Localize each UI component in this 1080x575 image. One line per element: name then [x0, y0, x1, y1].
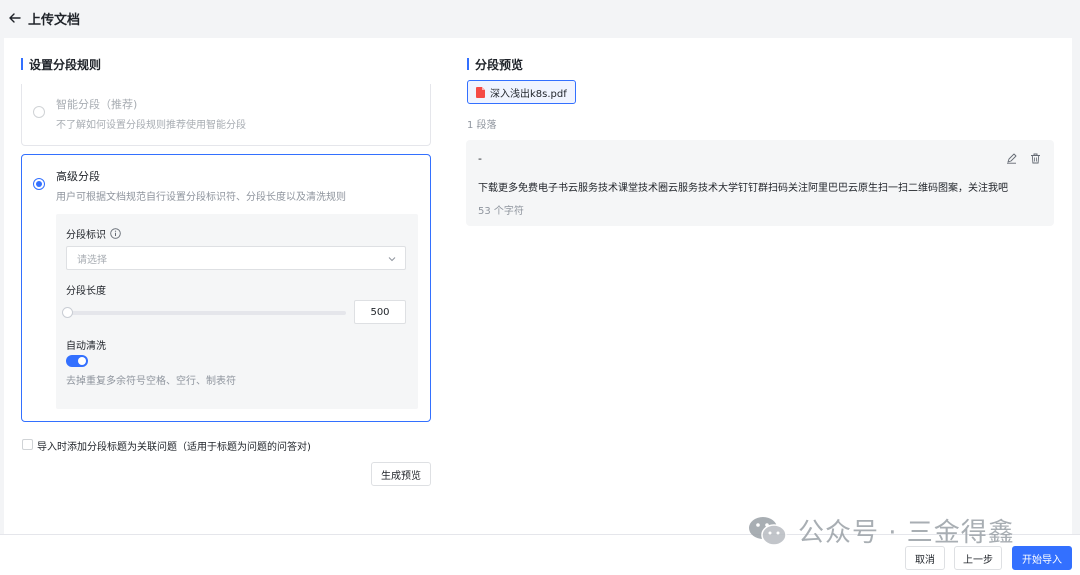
wechat-icon — [749, 516, 787, 546]
length-slider-handle[interactable] — [62, 307, 73, 318]
segment-rules-heading: 设置分段规则 — [21, 56, 101, 73]
generate-preview-button[interactable]: 生成预览 — [371, 462, 431, 486]
identifier-select-placeholder: 请选择 — [77, 254, 107, 266]
add-title-question-label: 导入时添加分段标题为关联问题（适用于标题为问题的问答对) — [37, 442, 311, 453]
segment-preview-heading: 分段预览 — [467, 56, 523, 73]
length-label: 分段长度 — [66, 286, 106, 297]
segment-text: 下载更多免费电子书云服务技术课堂技术圈云服务技术大学钉钉群扫码关注阿里巴巴云原生… — [478, 183, 1008, 194]
identifier-select[interactable]: 请选择 — [66, 246, 406, 270]
smart-segment-desc: 不了解如何设置分段规则推荐使用智能分段 — [56, 120, 246, 131]
smart-segment-radio[interactable] — [33, 106, 45, 118]
page-title: 上传文档 — [28, 12, 81, 28]
identifier-label: 分段标识 — [66, 230, 106, 241]
top-bar: 上传文档 — [0, 0, 1080, 36]
file-tab[interactable]: 深入浅出k8s.pdf — [467, 80, 576, 104]
identifier-label-row: 分段标识 — [66, 226, 121, 241]
paragraph-count: 1 段落 — [467, 120, 497, 131]
add-title-question-checkbox[interactable] — [22, 439, 33, 450]
delete-icon[interactable] — [1030, 153, 1041, 164]
advanced-segment-radio[interactable] — [33, 178, 45, 190]
segment-title: - — [478, 152, 482, 165]
auto-clean-hint: 去掉重复多余符号空格、空行、制表符 — [66, 376, 236, 387]
info-icon[interactable] — [110, 228, 121, 239]
auto-clean-label: 自动清洗 — [66, 341, 106, 352]
watermark-text: 公众号 · 三金得鑫 — [798, 518, 1015, 548]
pdf-file-icon — [476, 86, 485, 98]
prev-step-button[interactable]: 上一步 — [954, 546, 1002, 570]
advanced-segment-title: 高级分段 — [56, 170, 100, 183]
length-input[interactable]: 500 — [354, 300, 406, 324]
advanced-segment-option[interactable]: 高级分段 用户可根据文档规范自行设置分段标识符、分段长度以及清洗规则 分段标识 … — [21, 154, 431, 422]
advanced-settings-panel: 分段标识 请选择 分段长度 500 自动清洗 去掉重复多余符号空格、空行、制表符 — [56, 214, 418, 409]
edit-icon[interactable] — [1006, 153, 1017, 164]
cancel-button[interactable]: 取消 — [905, 546, 945, 570]
smart-segment-option[interactable]: 智能分段（推荐) 不了解如何设置分段规则推荐使用智能分段 — [21, 84, 431, 146]
file-name: 深入浅出k8s.pdf — [490, 88, 567, 100]
start-import-button[interactable]: 开始导入 — [1012, 546, 1072, 570]
back-arrow-icon[interactable] — [8, 11, 22, 25]
auto-clean-toggle[interactable] — [66, 355, 88, 367]
segment-card: - 下载更多免费电子书云服务技术课堂技术圈云服务技术大学钉钉群扫码关注阿里巴巴云… — [466, 140, 1054, 226]
length-slider-track[interactable] — [66, 311, 346, 315]
advanced-segment-desc: 用户可根据文档规范自行设置分段标识符、分段长度以及清洗规则 — [56, 192, 346, 203]
main-card: 设置分段规则 智能分段（推荐) 不了解如何设置分段规则推荐使用智能分段 高级分段… — [4, 38, 1072, 534]
smart-segment-title: 智能分段（推荐) — [56, 98, 138, 111]
segment-char-count: 53 个字符 — [478, 206, 524, 217]
wechat-watermark: 公众号 · 三金得鑫 — [748, 512, 1015, 549]
chevron-down-icon — [388, 257, 396, 262]
